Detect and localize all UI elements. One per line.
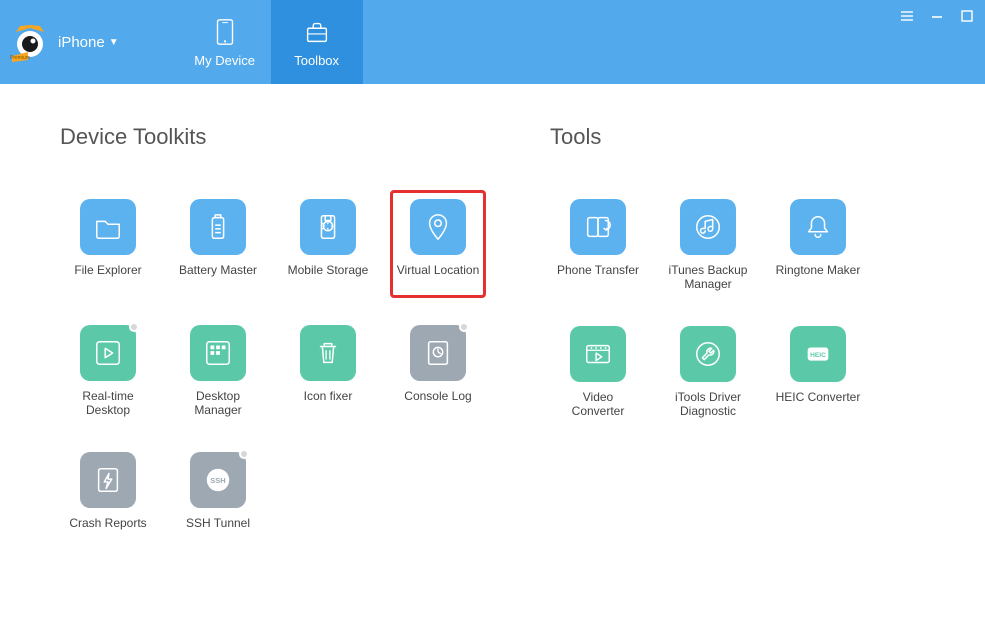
status-dot	[239, 449, 249, 459]
window-controls	[899, 8, 975, 24]
tile-label: iTools Driver Diagnostic	[665, 390, 751, 419]
hamburger-icon	[900, 9, 914, 23]
maximize-icon	[960, 9, 974, 23]
wrench-icon	[680, 326, 736, 382]
svg-text:HEIC: HEIC	[810, 352, 826, 359]
tile-virtual-location[interactable]: Virtual Location	[390, 190, 486, 298]
tile-driver-diag[interactable]: iTools Driver Diagnostic	[660, 317, 756, 426]
itunes-icon	[680, 199, 736, 255]
log-icon	[410, 325, 466, 381]
minimize-button[interactable]	[929, 8, 945, 24]
maximize-button[interactable]	[959, 8, 975, 24]
tile-desktop-manager[interactable]: Desktop Manager	[170, 316, 266, 425]
crash-icon	[80, 452, 136, 508]
tile-console-log[interactable]: Console Log	[390, 316, 486, 425]
menu-button[interactable]	[899, 8, 915, 24]
tools-grid: Phone Transfer iTunes Backup Manager Ringt…	[550, 190, 925, 426]
tile-label: Icon fixer	[304, 389, 353, 417]
tile-label: Phone Transfer	[557, 263, 639, 291]
tools-section: Tools Phone Transfer iTunes Backup Manage…	[550, 124, 925, 551]
tile-label: Mobile Storage	[288, 263, 369, 291]
heic-icon: HEIC	[790, 326, 846, 382]
nav-toolbox[interactable]: Toolbox	[271, 0, 363, 84]
tile-battery-master[interactable]: Battery Master	[170, 190, 266, 298]
tile-ringtone-maker[interactable]: Ringtone Maker	[770, 190, 866, 299]
device-selector[interactable]: iPhone ▼	[58, 34, 119, 51]
tile-label: Virtual Location	[397, 263, 480, 291]
tile-label: Desktop Manager	[175, 389, 261, 418]
device-label: iPhone	[58, 34, 105, 51]
status-dot	[129, 322, 139, 332]
tile-ssh-tunnel[interactable]: SSH SSH Tunnel	[170, 443, 266, 551]
tile-itunes-backup[interactable]: iTunes Backup Manager	[660, 190, 756, 299]
tools-title: Tools	[550, 124, 925, 150]
device-toolkits-title: Device Toolkits	[60, 124, 550, 150]
device-toolkits-section: Device Toolkits File Explorer Battery Mas…	[60, 124, 550, 551]
dropdown-caret-icon: ▼	[109, 37, 119, 48]
tile-label: SSH Tunnel	[186, 516, 250, 544]
tile-file-explorer[interactable]: File Explorer	[60, 190, 156, 298]
usb-icon	[300, 199, 356, 255]
tile-video-converter[interactable]: Video Converter	[550, 317, 646, 426]
toolbox-icon	[301, 17, 333, 47]
tile-mobile-storage[interactable]: Mobile Storage	[280, 190, 376, 298]
battery-icon	[190, 199, 246, 255]
device-toolkits-grid: File Explorer Battery Master Mobile Storag…	[60, 190, 550, 551]
minimize-icon	[930, 9, 944, 23]
nav-toolbox-label: Toolbox	[294, 53, 339, 68]
content-area: Device Toolkits File Explorer Battery Mas…	[0, 84, 985, 571]
status-dot	[459, 322, 469, 332]
tile-label: Crash Reports	[69, 516, 146, 544]
video-icon	[570, 326, 626, 382]
tile-phone-transfer[interactable]: Phone Transfer	[550, 190, 646, 299]
tile-heic-converter[interactable]: HEIC HEIC Converter	[770, 317, 866, 426]
nav-my-device-label: My Device	[194, 53, 255, 68]
ssh-icon: SSH	[190, 452, 246, 508]
tile-label: iTunes Backup Manager	[665, 263, 751, 292]
transfer-icon	[570, 199, 626, 255]
tile-realtime-desktop[interactable]: Real-time Desktop	[60, 316, 156, 425]
folder-icon	[80, 199, 136, 255]
tile-crash-reports[interactable]: Crash Reports	[60, 443, 156, 551]
svg-text:Premium: Premium	[10, 55, 30, 61]
tile-label: File Explorer	[74, 263, 141, 291]
tile-label: HEIC Converter	[776, 390, 861, 418]
tablet-icon	[209, 17, 241, 47]
location-icon	[410, 199, 466, 255]
tile-label: Video Converter	[555, 390, 641, 419]
titlebar: Premium iPhone ▼ My Device Toolbox	[0, 0, 985, 84]
apps-icon	[190, 325, 246, 381]
play-icon	[80, 325, 136, 381]
app-logo-icon: Premium	[10, 22, 50, 62]
bell-icon	[790, 199, 846, 255]
tile-icon-fixer[interactable]: Icon fixer	[280, 316, 376, 425]
tile-label: Console Log	[404, 389, 471, 417]
nav-my-device[interactable]: My Device	[179, 0, 271, 84]
tile-label: Battery Master	[179, 263, 257, 291]
tile-label: Real-time Desktop	[65, 389, 151, 418]
tile-label: Ringtone Maker	[776, 263, 861, 291]
svg-text:SSH: SSH	[210, 476, 225, 485]
trash-icon	[300, 325, 356, 381]
main-nav: My Device Toolbox	[179, 0, 363, 84]
logo-area: Premium iPhone ▼	[0, 0, 119, 84]
